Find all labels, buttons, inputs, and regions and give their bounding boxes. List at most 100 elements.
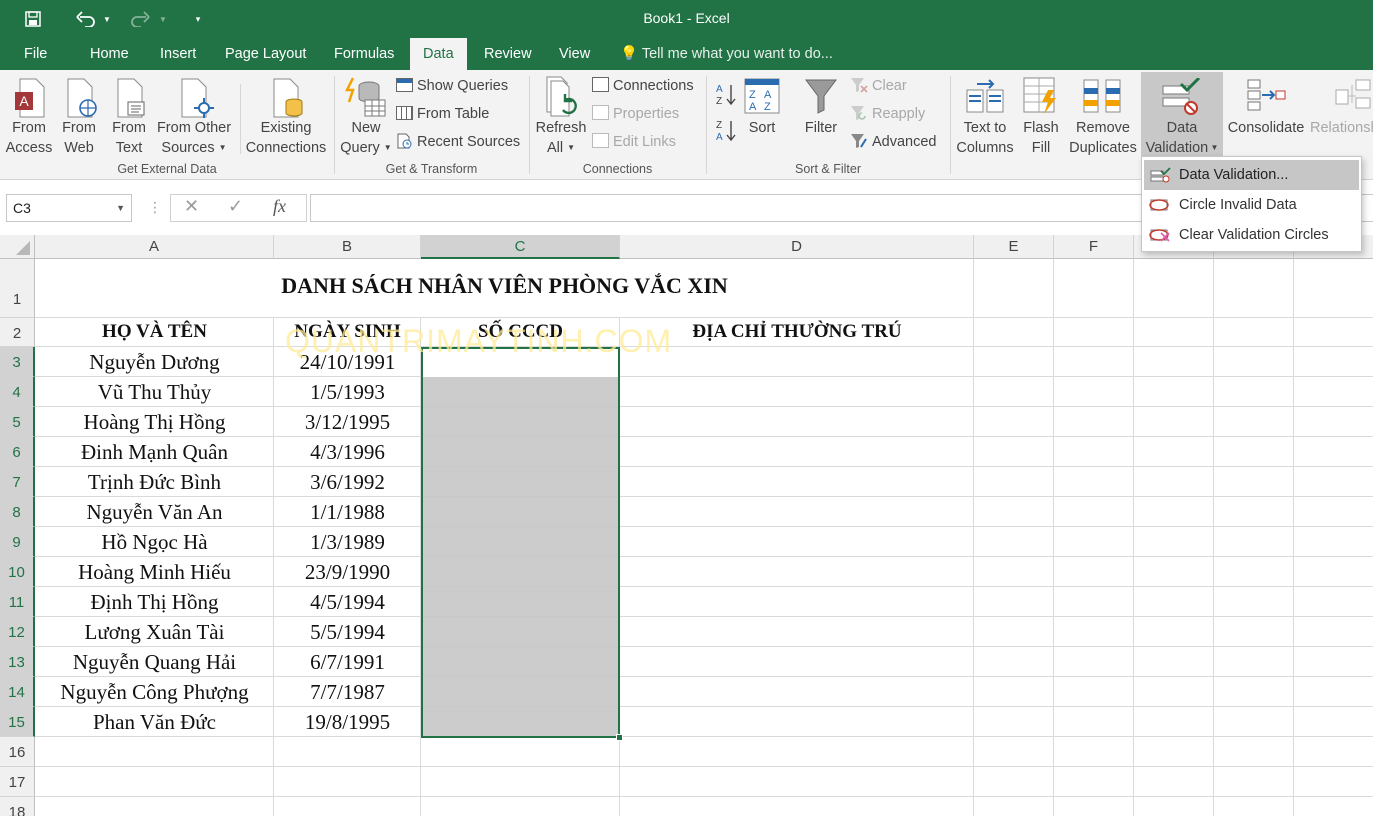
row-header-17[interactable]: 17 — [0, 767, 35, 797]
row-header-18[interactable]: 18 — [0, 797, 35, 816]
tab-data[interactable]: Data — [410, 38, 467, 70]
sort-icon: Z AA Z — [744, 78, 780, 114]
dob-cell[interactable]: 1/3/1989 — [274, 530, 421, 555]
row-header-14[interactable]: 14 — [0, 677, 35, 707]
tell-me-box[interactable]: 💡 Tell me what you want to do... — [620, 38, 833, 70]
dob-cell[interactable]: 19/8/1995 — [274, 710, 421, 735]
sort-z-to-a-icon[interactable]: ZA — [714, 118, 738, 144]
row-header-1[interactable]: 1 — [0, 259, 35, 318]
cancel-icon[interactable]: ✕ — [184, 196, 199, 217]
row-header-7[interactable]: 7 — [0, 467, 35, 497]
menu-item-data-validation[interactable]: Data Validation... — [1144, 160, 1359, 190]
name-cell[interactable]: Hoàng Minh Hiếu — [35, 560, 274, 585]
data-validation-label-1: Data — [1166, 120, 1198, 136]
row-header-2[interactable]: 2 — [0, 318, 35, 347]
gridline — [1213, 259, 1214, 816]
dob-cell[interactable]: 4/3/1996 — [274, 440, 421, 465]
name-cell[interactable]: Hồ Ngọc Hà — [35, 530, 274, 555]
row-header-5[interactable]: 5 — [0, 407, 35, 437]
tab-formulas[interactable]: Formulas — [323, 38, 405, 70]
dob-cell[interactable]: 1/5/1993 — [274, 380, 421, 405]
row-header-10[interactable]: 10 — [0, 557, 35, 587]
connections-button[interactable]: Connections — [592, 76, 712, 96]
row-header-13[interactable]: 13 — [0, 647, 35, 677]
recent-sources-button[interactable]: Recent Sources — [396, 132, 526, 152]
name-cell[interactable]: Trịnh Đức Bình — [35, 470, 274, 495]
fill-handle[interactable] — [616, 734, 623, 741]
column-header-f[interactable]: F — [1054, 235, 1134, 259]
from-text-label-1: From — [112, 120, 146, 136]
text-to-columns-icon — [966, 79, 1004, 113]
name-cell[interactable]: Lương Xuân Tài — [35, 620, 274, 645]
row-header-11[interactable]: 11 — [0, 587, 35, 617]
row-header-6[interactable]: 6 — [0, 437, 35, 467]
name-box[interactable]: C3 ▼ — [6, 194, 132, 222]
row-header-3[interactable]: 3 — [0, 347, 35, 377]
insert-function-icon[interactable]: fx — [273, 196, 286, 217]
name-cell[interactable]: Nguyễn Văn An — [35, 500, 274, 525]
enter-icon[interactable]: ✓ — [228, 196, 243, 217]
dob-cell[interactable]: 7/7/1987 — [274, 680, 421, 705]
recent-sources-label: Recent Sources — [417, 134, 521, 150]
formula-bar-grip-icon: ⋮ — [148, 199, 162, 215]
dob-cell[interactable]: 23/9/1990 — [274, 560, 421, 585]
column-header-a[interactable]: A — [35, 235, 274, 259]
name-cell[interactable]: Hoàng Thị Hồng — [35, 410, 274, 435]
tab-review[interactable]: Review — [473, 38, 543, 70]
column-header-c[interactable]: C — [421, 235, 620, 259]
data-validation-label-2: Validation — [1145, 140, 1209, 156]
header-cell-address[interactable]: ĐỊA CHỈ THƯỜNG TRÚ — [620, 321, 974, 343]
sheet-title-cell[interactable]: DANH SÁCH NHÂN VIÊN PHÒNG VẮC XIN — [35, 273, 974, 299]
name-cell[interactable]: Phan Văn Đức — [35, 710, 274, 735]
header-cell-name[interactable]: HỌ VÀ TÊN — [35, 321, 274, 343]
dob-cell[interactable]: 6/7/1991 — [274, 650, 421, 675]
dob-cell[interactable]: 3/12/1995 — [274, 410, 421, 435]
dob-cell[interactable]: 4/5/1994 — [274, 590, 421, 615]
worksheet-grid[interactable]: A B C D E F G H I 1 2 3 4 5 6 7 8 9 10 1… — [0, 235, 1373, 816]
select-all-corner[interactable] — [0, 235, 35, 259]
name-cell[interactable]: Nguyễn Công Phượng — [35, 680, 274, 705]
name-cell[interactable]: Định Thị Hồng — [35, 590, 274, 615]
column-header-d[interactable]: D — [620, 235, 974, 259]
dob-cell[interactable]: 3/6/1992 — [274, 470, 421, 495]
name-cell[interactable]: Vũ Thu Thủy — [35, 380, 274, 405]
name-cell[interactable]: Nguyễn Quang Hải — [35, 650, 274, 675]
gridline — [35, 376, 1373, 377]
name-cell[interactable]: Đinh Mạnh Quân — [35, 440, 274, 465]
data-validation-button[interactable]: Data Validation ▼ — [1141, 72, 1223, 156]
menu-item-label: Data Validation... — [1179, 167, 1289, 183]
clear-filter-icon — [850, 77, 868, 93]
tab-home[interactable]: Home — [79, 38, 140, 70]
tab-insert[interactable]: Insert — [149, 38, 207, 70]
dob-cell[interactable]: 5/5/1994 — [274, 620, 421, 645]
remove-duplicates-icon — [1083, 79, 1121, 113]
name-cell[interactable]: Nguyễn Dương — [35, 350, 274, 375]
row-header-16[interactable]: 16 — [0, 737, 35, 767]
name-box-value: C3 — [13, 200, 31, 216]
advanced-button[interactable]: Advanced — [850, 132, 950, 152]
column-header-b[interactable]: B — [274, 235, 421, 259]
name-box-dropdown-icon[interactable]: ▼ — [116, 195, 125, 221]
row-header-9[interactable]: 9 — [0, 527, 35, 557]
menu-item-clear-validation-circles[interactable]: Clear Validation Circles — [1144, 220, 1359, 250]
row-header-4[interactable]: 4 — [0, 377, 35, 407]
tab-file[interactable]: File — [13, 38, 58, 70]
flash-fill-label-2: Fill — [1031, 140, 1051, 156]
selection-range[interactable] — [421, 347, 623, 741]
row-header-8[interactable]: 8 — [0, 497, 35, 527]
tab-page-layout[interactable]: Page Layout — [214, 38, 317, 70]
from-table-button[interactable]: From Table — [396, 104, 526, 124]
menu-item-circle-invalid-data[interactable]: Circle Invalid Data — [1144, 190, 1359, 220]
refresh-icon — [546, 76, 577, 117]
dob-cell[interactable]: 1/1/1988 — [274, 500, 421, 525]
consolidate-label: Consolidate — [1227, 120, 1305, 136]
column-header-e[interactable]: E — [974, 235, 1054, 259]
show-queries-button[interactable]: Show Queries — [396, 76, 526, 96]
row-header-15[interactable]: 15 — [0, 707, 35, 737]
sort-a-to-z-icon[interactable]: AZ — [714, 82, 738, 108]
other-sources-icon — [181, 78, 214, 118]
row-header-12[interactable]: 12 — [0, 617, 35, 647]
tab-view[interactable]: View — [548, 38, 601, 70]
edit-links-icon — [592, 133, 609, 148]
clear-circles-icon — [1149, 229, 1170, 242]
